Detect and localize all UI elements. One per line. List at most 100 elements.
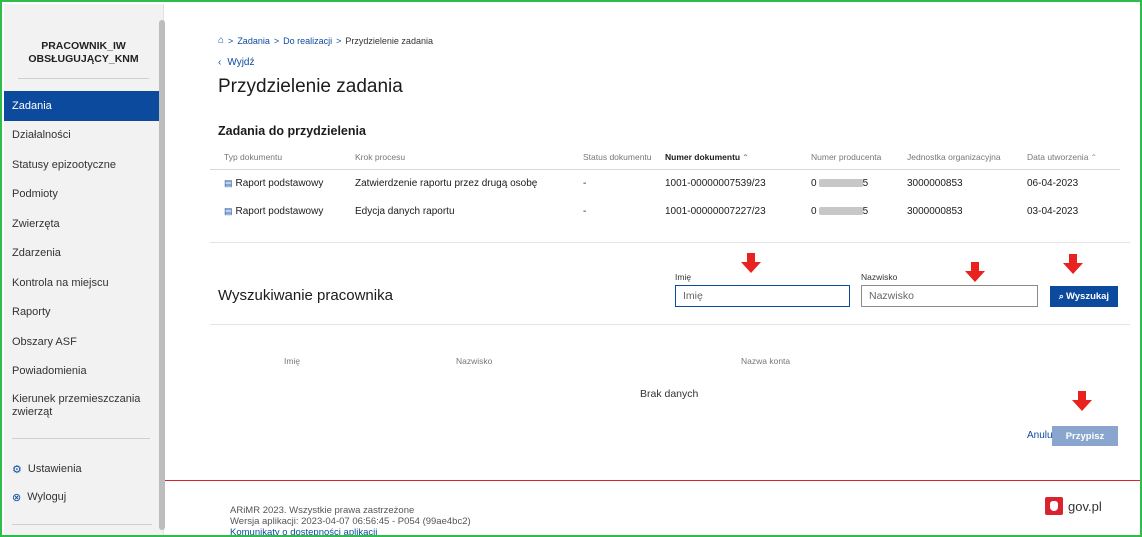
cell-status: - xyxy=(583,205,587,217)
app-frame: PRACOWNIK_IW OBSŁUGUJĄCY_KNM Zadania Dzi… xyxy=(0,0,1142,537)
sidebar-bottom: ⚙ Ustawienia ⊗ Wyloguj xyxy=(4,438,162,511)
cell-unit: 3000000853 xyxy=(907,177,963,189)
breadcrumb-separator: > xyxy=(336,35,342,46)
last-name-input[interactable] xyxy=(861,285,1038,307)
user-name: PRACOWNIK_IW OBSŁUGUJĄCY_KNM xyxy=(4,4,163,78)
breadcrumb-item-zadania[interactable]: Zadania xyxy=(237,36,270,46)
sidebar-item-kontrola-na-miejscu[interactable]: Kontrola na miejscu xyxy=(4,268,163,298)
user-name-line1: PRACOWNIK_IW xyxy=(41,40,126,52)
accessibility-link[interactable]: Komunikaty o dostępności aplikacji xyxy=(230,527,471,535)
results-column-nazwa-konta: Nazwa konta xyxy=(741,356,791,366)
sidebar-item-dzialalnosci[interactable]: Działalności xyxy=(4,121,163,151)
cancel-button[interactable]: Anuluj xyxy=(1027,430,1055,441)
column-header-data-utworzenia[interactable]: Data utworzenia ⌃ xyxy=(1023,145,1120,170)
back-link[interactable]: ‹ Wyjdź xyxy=(218,57,254,68)
last-name-label: Nazwisko xyxy=(861,272,898,282)
document-icon: ▤ xyxy=(224,205,233,216)
cell-producer: 05 xyxy=(807,169,903,197)
sidebar-nav: Zadania Działalności Statusy epizootyczn… xyxy=(4,91,163,426)
cell-type-label: Raport podstawowy xyxy=(235,177,324,189)
annotation-arrow-icon xyxy=(1063,254,1083,274)
assign-button[interactable]: Przypisz xyxy=(1052,426,1118,446)
cell-date: 06-04-2023 xyxy=(1027,177,1079,189)
sort-icon: ⌃ xyxy=(742,152,749,162)
main-content: ⌂ > Zadania > Do realizacji > Przydziele… xyxy=(210,2,1130,535)
breadcrumb-item-do-realizacji[interactable]: Do realizacji xyxy=(283,36,332,46)
producer-prefix: 0 xyxy=(811,205,817,217)
sidebar-item-raporty[interactable]: Raporty xyxy=(4,298,163,328)
gear-icon: ⚙ xyxy=(12,463,22,476)
cell-date: 03-04-2023 xyxy=(1027,205,1079,217)
producer-prefix: 0 xyxy=(811,177,817,189)
column-header-krok: Krok procesu xyxy=(351,145,579,170)
producer-suffix: 5 xyxy=(862,177,869,189)
column-header-label: Numer dokumentu xyxy=(665,151,741,162)
chevron-left-icon: ‹ xyxy=(218,57,222,68)
producer-suffix: 5 xyxy=(862,205,869,217)
breadcrumb-separator: > xyxy=(273,35,280,46)
breadcrumb-separator: > xyxy=(228,35,234,46)
column-header-jednostka: Jednostka organizacyjna xyxy=(903,145,1023,170)
cell-unit: 3000000853 xyxy=(907,205,963,217)
home-icon[interactable]: ⌂ xyxy=(218,35,224,46)
search-button-label: Wyszukaj xyxy=(1065,291,1110,302)
table-row[interactable]: ▤ Raport podstawowy Edycja danych raportu… xyxy=(210,197,1120,225)
section-divider xyxy=(210,324,1130,325)
results-column-imie: Imię xyxy=(284,356,301,366)
breadcrumb-item-current: Przydzielenie zadania xyxy=(345,35,433,46)
column-header-numer-dokumentu[interactable]: Numer dokumentu ⌃ xyxy=(661,145,807,170)
redacted-block xyxy=(818,206,863,215)
footer-version: Wersja aplikacji: 2023-04-07 06:56:45 - … xyxy=(230,516,471,527)
page-title: Przydzielenie zadania xyxy=(218,76,403,97)
table-header-row: Typ dokumentu Krok procesu Status dokume… xyxy=(210,145,1120,170)
cell-step: Zatwierdzenie raportu przez drugą osobę xyxy=(355,177,538,189)
footer: ARiMR 2023. Wszystkie prawa zastrzeżone … xyxy=(230,505,471,535)
section-divider xyxy=(210,242,1130,243)
sidebar-scrollbar[interactable] xyxy=(159,20,165,530)
sidebar-divider xyxy=(12,438,150,439)
first-name-label: Imię xyxy=(675,272,692,282)
cell-type: ▤ Raport podstawowy xyxy=(210,169,351,197)
cell-number: 1001-00000007227/23 xyxy=(665,205,766,217)
sidebar-divider xyxy=(12,524,152,525)
logout-icon: ⊗ xyxy=(12,491,22,504)
sidebar-item-kierunek-przemieszczania[interactable]: Kierunek przemieszczania zwierząt xyxy=(4,386,163,426)
sidebar-item-statusy-epizootyczne[interactable]: Statusy epizootyczne xyxy=(4,150,163,180)
sidebar-item-powiadomienia[interactable]: Powiadomienia xyxy=(4,357,163,387)
sidebar: PRACOWNIK_IW OBSŁUGUJĄCY_KNM Zadania Dzi… xyxy=(4,4,164,535)
empty-state-text: Brak danych xyxy=(640,388,699,400)
footer-divider xyxy=(165,480,1140,481)
logout-link[interactable]: ⊗ Wyloguj xyxy=(4,483,162,511)
annotation-arrow-icon xyxy=(965,262,985,282)
gov-label: gov.pl xyxy=(1068,498,1102,514)
column-header-status: Status dokumentu xyxy=(579,145,661,170)
tasks-section-title: Zadania do przydzielenia xyxy=(218,124,366,138)
sidebar-item-podmioty[interactable]: Podmioty xyxy=(4,180,163,210)
back-label: Wyjdź xyxy=(227,57,255,68)
eagle-emblem-icon xyxy=(1045,497,1063,515)
settings-link[interactable]: ⚙ Ustawienia xyxy=(4,455,162,483)
sidebar-item-zadania[interactable]: Zadania xyxy=(4,91,163,121)
tasks-table: Typ dokumentu Krok procesu Status dokume… xyxy=(210,145,1120,225)
results-column-nazwisko: Nazwisko xyxy=(456,356,493,366)
annotation-arrow-icon xyxy=(741,253,761,273)
cell-producer: 05 xyxy=(807,197,903,225)
cell-step: Edycja danych raportu xyxy=(355,205,455,217)
table-row[interactable]: ▤ Raport podstawowy Zatwierdzenie raportu… xyxy=(210,169,1120,197)
annotation-arrow-icon xyxy=(1072,391,1092,411)
settings-label: Ustawienia xyxy=(27,463,82,475)
sort-icon: ⌃ xyxy=(1090,152,1098,162)
first-name-input[interactable] xyxy=(675,285,850,307)
gov-logo[interactable]: gov.pl xyxy=(1045,497,1102,515)
column-header-typ: Typ dokumentu xyxy=(210,145,351,170)
column-header-label: Data utworzenia xyxy=(1027,151,1089,162)
cell-status: - xyxy=(583,177,587,189)
user-name-line2: OBSŁUGUJĄCY_KNM xyxy=(28,53,139,65)
redacted-block xyxy=(818,179,863,188)
column-header-numer-producenta: Numer producenta xyxy=(807,145,903,170)
sidebar-item-zdarzenia[interactable]: Zdarzenia xyxy=(4,239,163,269)
sidebar-item-zwierzeta[interactable]: Zwierzęta xyxy=(4,209,163,239)
search-button[interactable]: ⌕ Wyszukaj xyxy=(1050,286,1118,307)
sidebar-divider xyxy=(18,78,149,79)
sidebar-item-obszary-asf[interactable]: Obszary ASF xyxy=(4,327,163,357)
